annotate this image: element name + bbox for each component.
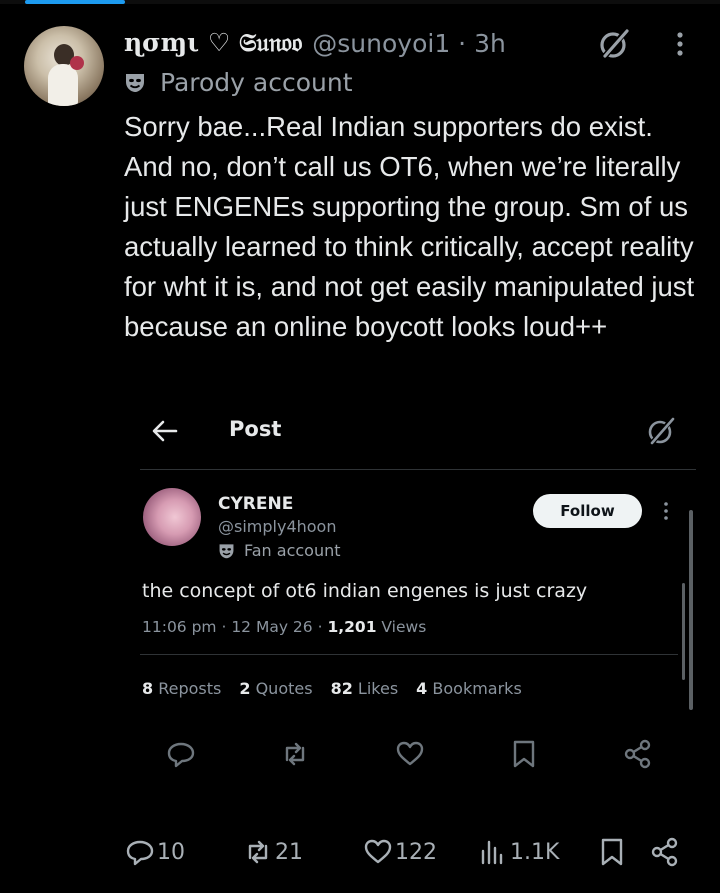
share-icon [651, 837, 678, 867]
quoted-stats: 8 Reposts 2 Quotes 82 Likes 4 Bookmarks [142, 679, 522, 698]
fan-badge-label: Fan account [244, 541, 341, 560]
divider [140, 654, 678, 655]
post-header: ɳσɱι ♡ 𝔖𝔲𝔫𝔬𝔬 @sunoyoi1 · 3h [124, 26, 506, 60]
reply-icon [126, 840, 154, 866]
reply-button[interactable]: 10 [125, 832, 185, 872]
repost-button[interactable]: 21 [243, 832, 303, 872]
card-title: Post [229, 417, 282, 441]
post-text: Sorry bae...Real Indian supporters do ex… [124, 111, 695, 342]
display-name[interactable]: ɳσɱι ♡ 𝔖𝔲𝔫𝔬𝔬 [124, 28, 302, 58]
mask-icon [126, 74, 144, 92]
grok-icon[interactable] [645, 415, 677, 447]
stat-count: 2 [239, 679, 251, 698]
avatar[interactable] [24, 26, 104, 106]
top-progress-accent [25, 0, 125, 4]
parody-badge: Parody account [124, 66, 353, 98]
stat-count: 4 [416, 679, 428, 698]
repost-count: 21 [275, 839, 303, 865]
stat-reposts[interactable]: 8 Reposts [142, 679, 221, 698]
scrollbar-thumb[interactable] [682, 583, 685, 680]
quoted-text: the concept of ot6 indian engenes is jus… [142, 580, 588, 602]
bookmark-icon[interactable] [509, 738, 539, 770]
follow-button[interactable]: Follow [533, 494, 642, 528]
quoted-meta: 11:06 pm · 12 May 26 · 1,201 Views [142, 618, 426, 636]
grok-icon[interactable] [596, 26, 632, 62]
stat-quotes[interactable]: 2 Quotes [239, 679, 312, 698]
quoted-handle[interactable]: @simply4hoon [218, 517, 336, 536]
more-icon[interactable] [672, 28, 688, 60]
stat-label: Quotes [250, 679, 313, 698]
bookmark-icon [601, 838, 623, 866]
quoted-views-label: Views [376, 618, 427, 636]
stat-label: Likes [352, 679, 399, 698]
stat-bookmarks[interactable]: 4 Bookmarks [416, 679, 522, 698]
quoted-time: 11:06 pm · 12 May 26 · [142, 618, 328, 636]
like-count: 122 [395, 839, 437, 865]
share-icon[interactable] [623, 738, 653, 770]
quoted-views-count: 1,201 [327, 618, 377, 636]
action-bar: 10 21 122 1.1K [0, 832, 720, 872]
stat-label: Reposts [153, 679, 222, 698]
repost-icon[interactable] [280, 738, 310, 770]
stat-count: 8 [142, 679, 154, 698]
stat-count: 82 [330, 679, 353, 698]
share-button[interactable] [650, 832, 682, 872]
reply-icon[interactable] [166, 738, 196, 770]
divider [140, 469, 696, 470]
like-icon [364, 839, 392, 864]
more-icon[interactable] [661, 500, 671, 522]
views-count: 1.1K [510, 839, 560, 865]
like-icon[interactable] [395, 738, 425, 770]
stat-likes[interactable]: 82 Likes [331, 679, 399, 698]
views-icon [481, 840, 503, 865]
quoted-name[interactable]: CYRENE [218, 494, 293, 514]
stat-label: Bookmarks [427, 679, 522, 698]
repost-icon [248, 840, 268, 864]
mask-icon [219, 544, 234, 559]
reply-count: 10 [157, 839, 185, 865]
scrollbar[interactable] [689, 510, 693, 710]
avatar-figure [48, 64, 78, 106]
fan-badge: Fan account [218, 541, 341, 560]
views-button[interactable]: 1.1K [478, 832, 559, 872]
back-arrow-icon[interactable] [150, 417, 180, 445]
avatar-flower [70, 56, 84, 70]
like-button[interactable]: 122 [363, 832, 437, 872]
quoted-avatar[interactable] [143, 488, 201, 546]
badge-label: Parody account [160, 67, 353, 97]
top-progress-bar [0, 0, 720, 4]
bookmark-button[interactable] [597, 832, 629, 872]
handle-time[interactable]: @sunoyoi1 · 3h [312, 29, 506, 58]
